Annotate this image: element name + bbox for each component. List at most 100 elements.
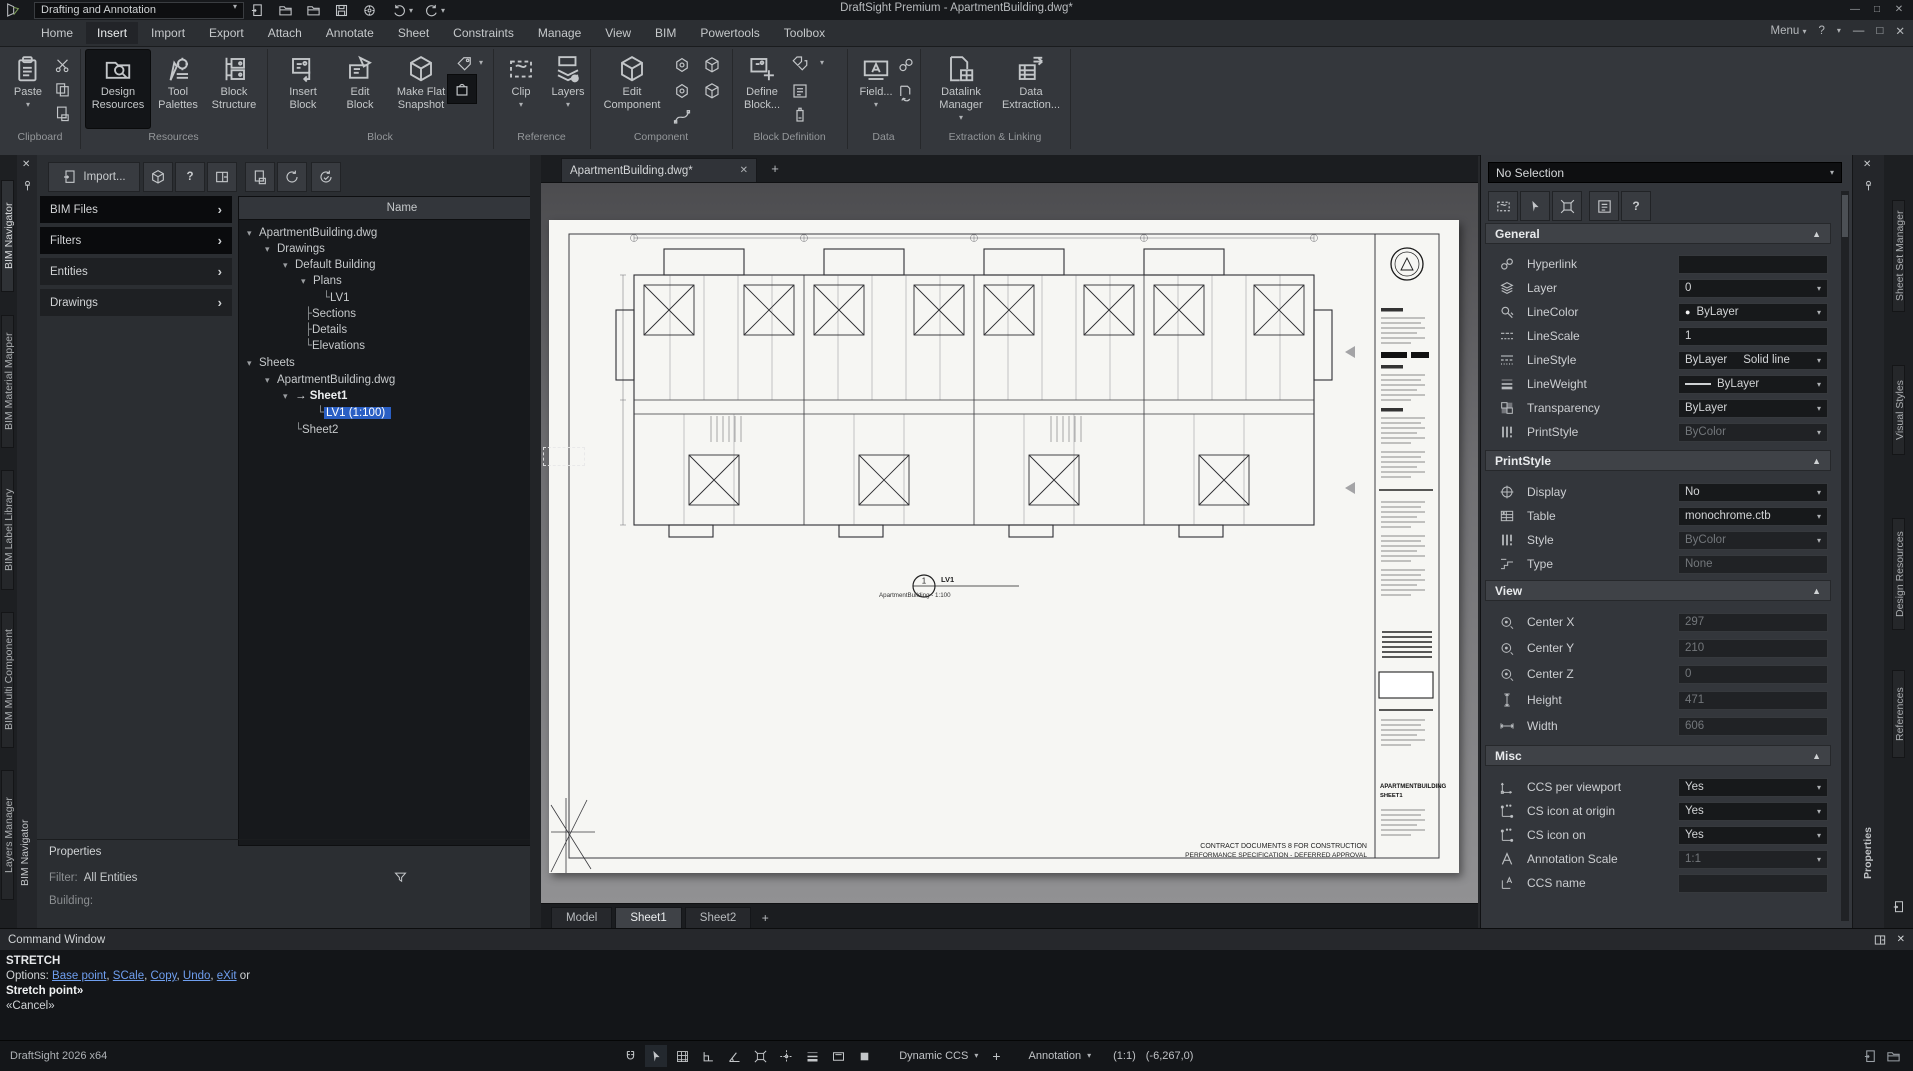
- option-copy[interactable]: Copy: [151, 970, 177, 982]
- make-flat-snapshot-button[interactable]: Make Flat Snapshot: [388, 50, 454, 128]
- menu-import[interactable]: Import: [140, 22, 196, 44]
- new-document-tab-button[interactable]: +: [767, 161, 783, 176]
- style-dropdown[interactable]: ByColor▾: [1678, 531, 1828, 550]
- selection-dropdown[interactable]: No Selection ▾: [1488, 162, 1842, 183]
- drawing-canvas[interactable]: 1 LV1 ApartmentBuilding - 1:100 CONTRACT…: [541, 183, 1478, 903]
- command-dock-icon[interactable]: [1873, 933, 1887, 947]
- layer-dropdown[interactable]: 0▾: [1678, 279, 1828, 298]
- view-marker[interactable]: 1 LV1 ApartmentBuilding - 1:100: [879, 575, 1019, 599]
- linecolor-dropdown[interactable]: ●ByLayer▾: [1678, 303, 1828, 322]
- filter-button[interactable]: [1589, 191, 1619, 221]
- bim-help-button[interactable]: ?: [175, 162, 205, 192]
- command-close-icon[interactable]: ✕: [1897, 934, 1905, 945]
- filter-value[interactable]: All Entities: [84, 872, 138, 884]
- ortho-toggle[interactable]: [697, 1045, 719, 1067]
- purge-button[interactable]: [448, 75, 476, 103]
- sidebar-tab-sheet-set-manager[interactable]: Sheet Set Manager: [1892, 200, 1905, 312]
- centerx-field[interactable]: 297: [1678, 613, 1828, 632]
- sidebar-tab-bim-navigator[interactable]: BIM Navigator: [1, 180, 14, 292]
- notification-doc2-icon[interactable]: [1886, 1049, 1901, 1064]
- add-sheet-button[interactable]: +: [754, 908, 776, 928]
- centerz-field[interactable]: 0: [1678, 665, 1828, 684]
- ribbon-close-icon[interactable]: ✕: [1895, 24, 1905, 38]
- lineweight-toggle[interactable]: [801, 1045, 823, 1067]
- hyperlink-button[interactable]: [896, 55, 916, 75]
- tree-item[interactable]: ▾ApartmentBuilding.dwg: [239, 225, 573, 241]
- section-view[interactable]: View▲: [1485, 580, 1831, 601]
- menu-insert[interactable]: Insert: [86, 22, 138, 44]
- insert-block-button[interactable]: Insert Block: [276, 50, 330, 128]
- tree-column-header[interactable]: Name: [239, 197, 565, 220]
- bim-section-entities[interactable]: Entities›: [40, 258, 232, 285]
- bim-section-filters[interactable]: Filters›: [40, 227, 232, 254]
- menu-constraints[interactable]: Constraints: [442, 22, 525, 44]
- field-button[interactable]: Field... ▾: [853, 50, 899, 128]
- menu-export[interactable]: Export: [198, 22, 255, 44]
- table-dropdown[interactable]: monochrome.ctb▾: [1678, 507, 1828, 526]
- display-dropdown[interactable]: No▾: [1678, 483, 1828, 502]
- height-field[interactable]: 471: [1678, 691, 1828, 710]
- funnel-icon[interactable]: [393, 870, 408, 885]
- bim-section-drawings[interactable]: Drawings›: [40, 289, 232, 316]
- lineweight-dropdown[interactable]: ByLayer▾: [1678, 375, 1828, 394]
- bim-panel-pin-icon[interactable]: [21, 179, 34, 192]
- sidebar-tab-bim-material-mapper[interactable]: BIM Material Mapper: [1, 315, 14, 448]
- notification-doc-icon[interactable]: [1863, 1049, 1878, 1064]
- menu-annotate[interactable]: Annotate: [315, 22, 385, 44]
- properties-pin-icon[interactable]: [1862, 179, 1875, 192]
- ribbon-maximize-icon[interactable]: □: [1876, 25, 1883, 37]
- panel-doc-icon[interactable]: [1892, 900, 1906, 914]
- menu-sheet[interactable]: Sheet: [387, 22, 440, 44]
- tool-palettes-button[interactable]: Tool Palettes: [152, 50, 204, 128]
- section-misc[interactable]: Misc▲: [1485, 745, 1831, 766]
- ccs-name-field[interactable]: [1678, 874, 1828, 893]
- tab-sheet1[interactable]: Sheet1: [615, 907, 681, 928]
- bim-panel-close-icon[interactable]: ✕: [22, 159, 30, 170]
- printstyle-dropdown[interactable]: ByColor▾: [1678, 423, 1828, 442]
- annotation-scale-dropdown[interactable]: 1:1▾: [1678, 850, 1828, 869]
- hyperlink-field[interactable]: [1678, 255, 1828, 274]
- option-base-point[interactable]: Base point: [52, 970, 106, 982]
- tag-dropdown-icon[interactable]: ▾: [479, 59, 483, 67]
- sidebar-tab-visual-styles[interactable]: Visual Styles: [1892, 365, 1905, 455]
- update-field-button[interactable]: [896, 83, 916, 103]
- field-dropdown-icon[interactable]: ▾: [874, 101, 878, 109]
- section-general[interactable]: General▲: [1485, 223, 1831, 244]
- document-tab[interactable]: ApartmentBuilding.dwg* ✕: [561, 158, 757, 182]
- datalink-dropdown-icon[interactable]: ▾: [959, 114, 963, 122]
- paste-dropdown-icon[interactable]: ▾: [26, 101, 30, 109]
- menu-attach[interactable]: Attach: [257, 22, 313, 44]
- help-dropdown-icon[interactable]: ▾: [1837, 27, 1841, 35]
- snap-toggle[interactable]: [619, 1045, 641, 1067]
- props-help-button[interactable]: ?: [1621, 191, 1651, 221]
- refresh-all-button[interactable]: [311, 162, 341, 192]
- dock-toggle-button[interactable]: [207, 162, 237, 192]
- help-button[interactable]: ?: [1818, 25, 1824, 37]
- datalink-manager-button[interactable]: Datalink Manager ▾: [930, 50, 992, 128]
- sidebar-tab-layers-manager[interactable]: Layers Manager: [1, 770, 14, 900]
- refresh-button[interactable]: [277, 162, 307, 192]
- menu-toolbox[interactable]: Toolbox: [773, 22, 836, 44]
- cs-origin-dropdown[interactable]: Yes▾: [1678, 802, 1828, 821]
- close-button[interactable]: ✕: [1893, 4, 1905, 16]
- scrollbar-thumb[interactable]: [1842, 195, 1848, 237]
- cube-delete-button[interactable]: [702, 81, 722, 101]
- linestyle-dropdown[interactable]: ByLayerSolid line▾: [1678, 351, 1828, 370]
- sync-attributes-button[interactable]: [790, 105, 810, 125]
- model-view-button[interactable]: [143, 162, 173, 192]
- select-entities-button[interactable]: [1488, 191, 1518, 221]
- clip-button[interactable]: Clip ▾: [500, 50, 542, 128]
- pointer-toggle[interactable]: [645, 1045, 667, 1067]
- cut-button[interactable]: [52, 55, 72, 75]
- type-field[interactable]: None: [1678, 555, 1828, 574]
- menu-view[interactable]: View: [594, 22, 642, 44]
- option-scale[interactable]: SCale: [113, 970, 144, 982]
- option-undo[interactable]: Undo: [183, 970, 211, 982]
- annotation-scale-dropdown[interactable]: Annotation▾: [1021, 1050, 1100, 1062]
- menu-button[interactable]: Menu ▾: [1770, 25, 1806, 37]
- centery-field[interactable]: 210: [1678, 639, 1828, 658]
- command-window[interactable]: STRETCH Options: Base point, SCale, Copy…: [0, 950, 1913, 1040]
- attribute-manager-button[interactable]: [790, 81, 810, 101]
- fill-toggle[interactable]: [853, 1045, 875, 1067]
- sidebar-tab-references[interactable]: References: [1892, 670, 1905, 758]
